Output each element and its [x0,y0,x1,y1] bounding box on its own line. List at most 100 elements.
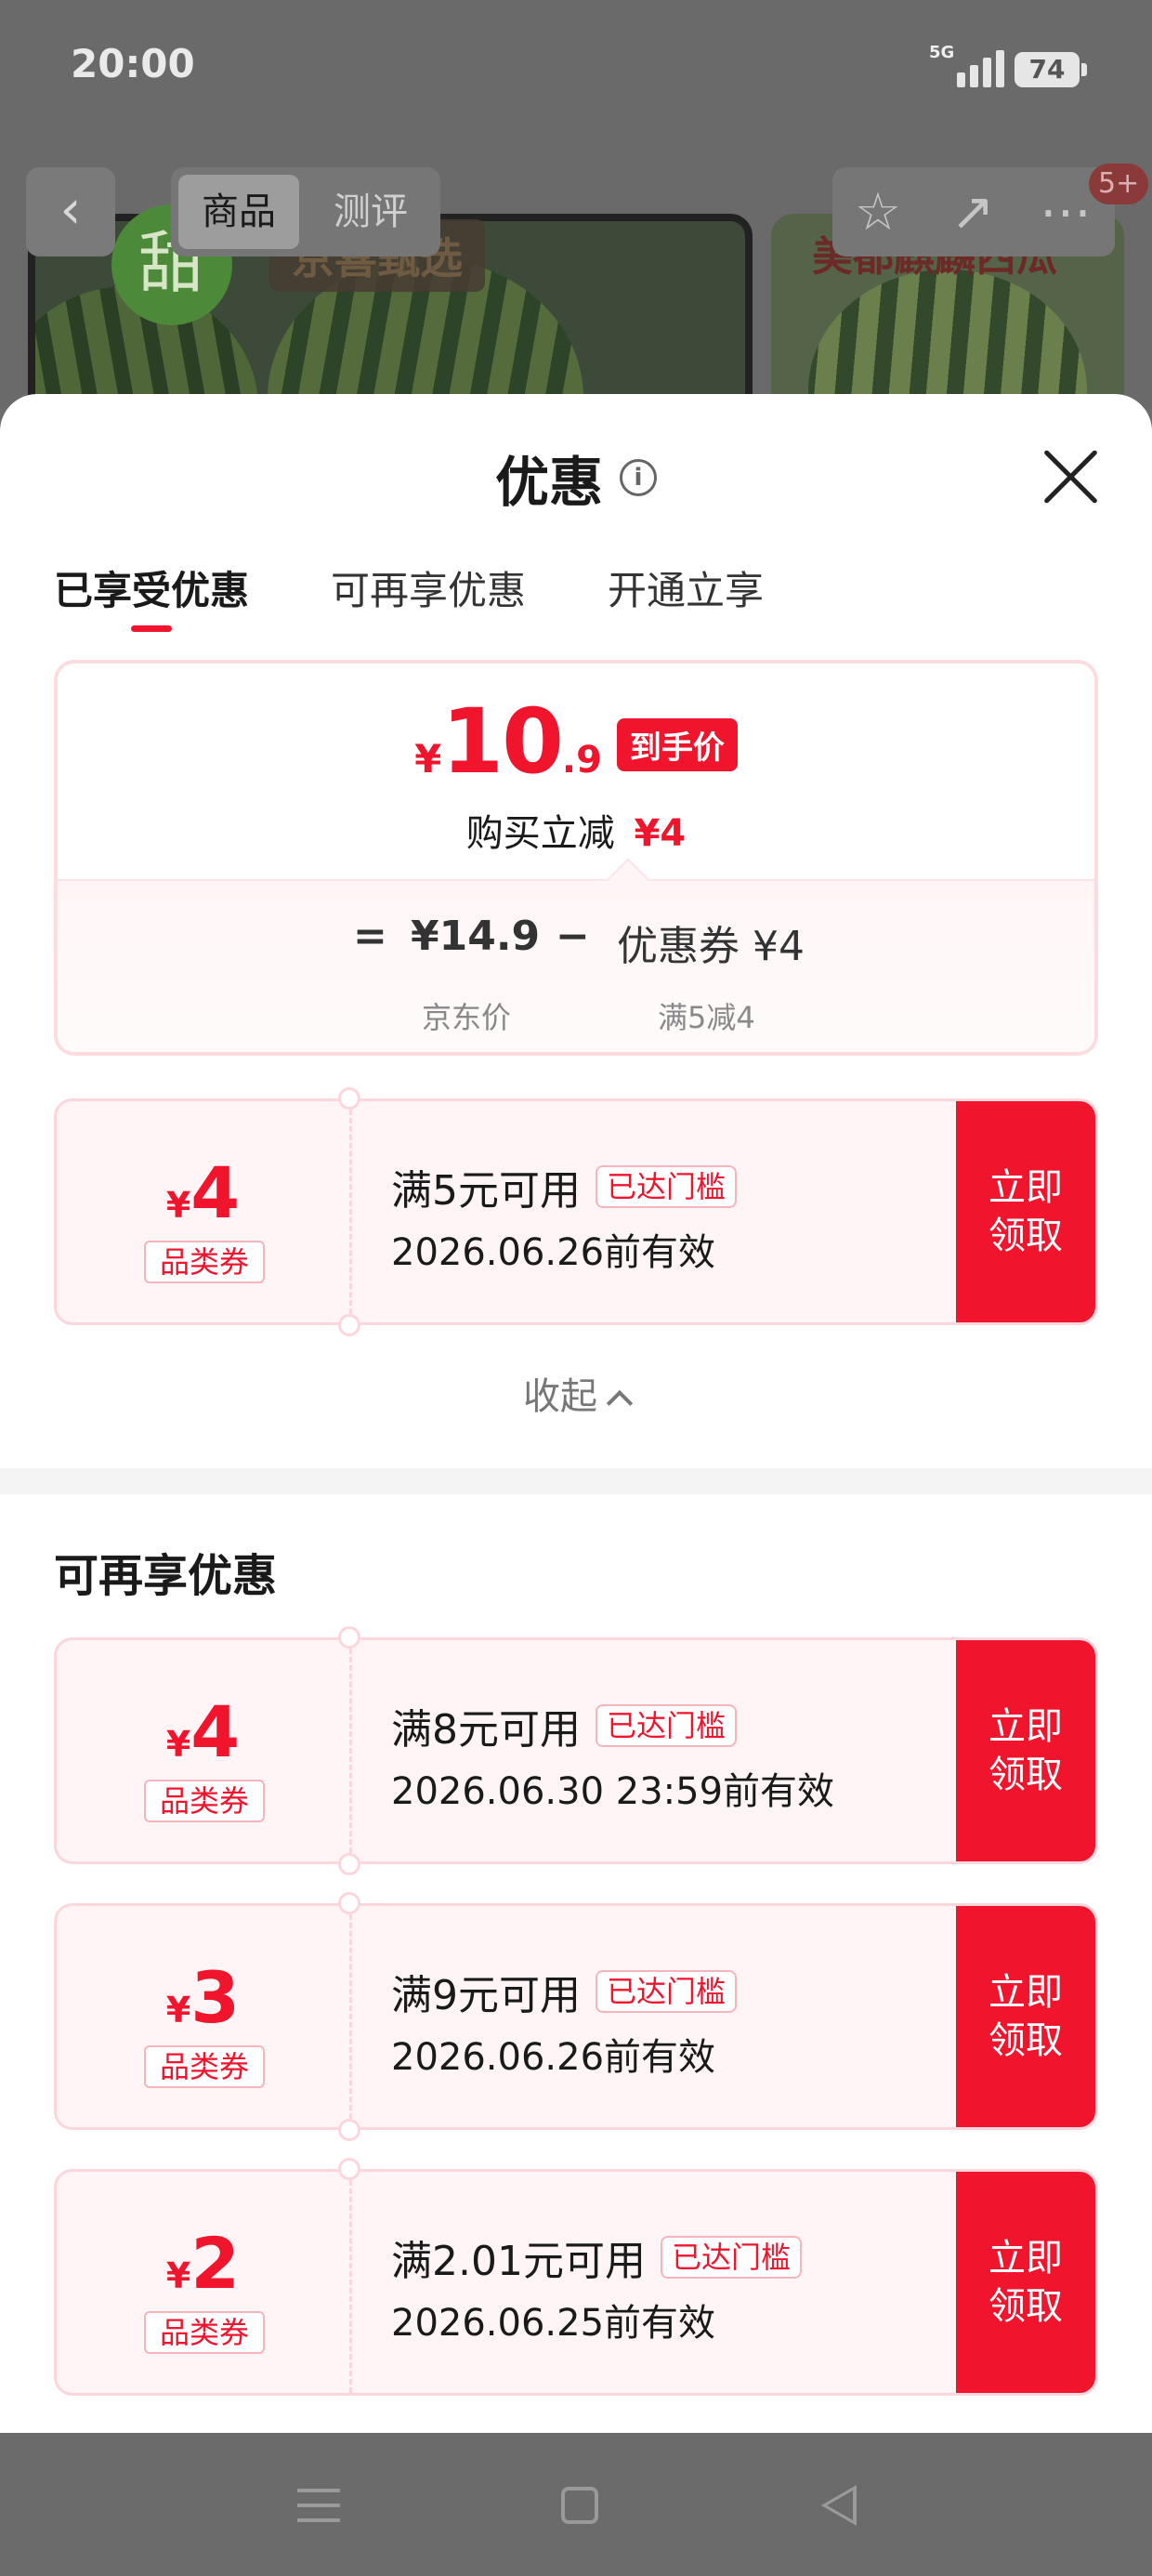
tab-product[interactable]: 商品 [178,175,299,249]
sheet-header: 优惠 i [0,439,1152,517]
coupon-amount: ¥3 [57,1956,349,2039]
more-discounts-heading: 可再享优惠 [54,1550,278,1602]
claim-button-line1: 立即 [988,2237,1063,2280]
discount-tabs: 已享受优惠 可再享优惠 开通立享 [54,554,764,632]
coupon-cut-bottom [338,2119,360,2141]
claim-coupon-button[interactable]: 立即 领取 [956,1101,1095,1322]
tab-open-to-enjoy[interactable]: 开通立享 [608,554,764,628]
formula-coupon: 优惠券 ¥4 [617,923,805,970]
coupon-value: 2 [190,2222,241,2305]
claim-button-line2: 领取 [988,1215,1063,1257]
coupon-threshold-tag: 已达门槛 [596,1165,738,1208]
coupon-threshold-tag: 已达门槛 [596,1704,738,1747]
coupon-cut-top [338,1626,360,1649]
share-icon[interactable]: ↗ [940,180,1005,245]
claim-coupon-button[interactable]: 立即 领取 [956,2172,1095,2393]
claim-button-line2: 领取 [988,1754,1063,1796]
coupon-left-panel: ¥4 品类券 [57,1640,352,1861]
product-tabs: 商品 测评 [171,167,440,256]
battery-icon: 74 [1015,52,1087,87]
coupon-condition: 满5元可用 [391,1167,581,1215]
product-page-backdrop: 20:00 5G 74 甜 京喜甄选 美都麒麟西瓜 ‹ 商品 测评 ☆ ↗ ⋯ … [0,0,1152,409]
coupon-condition: 满9元可用 [391,1972,581,2019]
claim-coupon-button[interactable]: 立即 领取 [956,1640,1095,1861]
coupon-card: ¥2 品类券 满2.01元可用 已达门槛 2026.06.25前有效 立即 领取 [54,2169,1098,2396]
coupon-left-panel: ¥4 品类券 [57,1101,352,1322]
product-actions: ☆ ↗ ⋯ [832,167,1115,256]
coupon-currency: ¥ [165,1185,191,1226]
message-count-badge: 5+ [1089,164,1149,204]
tab-more-discounts[interactable]: 可再享优惠 [331,554,526,628]
price-summary-card: ¥ 10 .9 到手价 购买立减 ¥4 = ¥14.9 − 优惠券 ¥4 京东价… [54,660,1098,1056]
claim-button-line1: 立即 [988,1971,1063,2014]
status-time: 20:00 [71,41,195,86]
nav-back-icon[interactable] [821,2485,857,2526]
price-currency: ¥ [414,736,442,782]
reduction-amount: ¥4 [634,812,687,855]
section-divider [0,1468,1152,1494]
coupon-type-label: 品类券 [144,1780,265,1822]
discount-sheet: 优惠 i 已享受优惠 可再享优惠 开通立享 ¥ 10 .9 到手价 购买立减 ¥… [0,394,1152,2433]
info-icon[interactable]: i [620,459,657,496]
coupon-type-label: 品类券 [144,2045,265,2088]
coupon-left-panel: ¥2 品类券 [57,2172,352,2393]
coupon-details: 满2.01元可用 已达门槛 2026.06.25前有效 [391,2228,802,2346]
coupon-validity: 2026.06.26前有效 [391,2036,716,2079]
price-decimal: .9 [561,739,602,782]
star-icon[interactable]: ☆ [845,180,910,245]
final-price: ¥ 10 .9 到手价 [58,697,1094,786]
coupon-value: 3 [190,1956,241,2039]
coupon-cut-top [338,1892,360,1914]
coupon-card: ¥4 品类券 满8元可用 已达门槛 2026.06.30 23:59前有效 立即… [54,1637,1098,1864]
coupon-cut-top [338,2158,360,2180]
nav-home-icon[interactable] [561,2487,598,2524]
back-arrow-icon[interactable]: ‹ [26,167,115,256]
coupon-currency: ¥ [165,1724,191,1765]
nav-menu-icon[interactable] [297,2489,340,2522]
collapse-button[interactable]: 收起 [0,1366,1152,1420]
close-icon[interactable] [1041,446,1102,507]
tab-review[interactable]: 测评 [310,175,431,249]
reduction-label: 购买立减 [465,812,615,855]
formula-coupon-sub: 满5减4 [658,1000,755,1035]
coupon-amount: ¥4 [57,1151,349,1234]
formula-equals: = [353,913,387,960]
claim-button-line2: 领取 [988,2019,1063,2062]
coupon-currency: ¥ [165,1990,191,2031]
coupon-amount: ¥4 [57,1690,349,1773]
coupon-cut-top [338,1087,360,1110]
more-icon[interactable]: ⋯ [1033,180,1098,245]
network-type: 5G [929,43,955,62]
coupon-left-panel: ¥3 品类券 [57,1906,352,2127]
signal-icon: 5G [929,43,1004,87]
coupon-condition: 满2.01元可用 [391,2238,646,2285]
coupon-threshold-tag: 已达门槛 [660,2236,802,2279]
formula-minus: − [556,913,590,960]
coupon-card: ¥3 品类券 满9元可用 已达门槛 2026.06.26前有效 立即 领取 [54,1903,1098,2130]
final-price-badge: 到手价 [616,717,738,771]
sheet-title: 优惠 [494,451,603,514]
price-integer: 10 [441,690,564,794]
coupon-value: 4 [190,1690,241,1773]
claim-button-line1: 立即 [988,1166,1063,1209]
coupon-currency: ¥ [165,2255,191,2296]
coupon-details: 满5元可用 已达门槛 2026.06.26前有效 [391,1157,738,1276]
formula-base-price: ¥14.9 [411,913,541,960]
coupon-amount: ¥2 [57,2222,349,2305]
coupon-type-label: 品类券 [144,2311,265,2354]
claim-button-line2: 领取 [988,2285,1063,2328]
system-nav-bar [0,2433,1152,2576]
coupon-card-applied: ¥4 品类券 满5元可用 已达门槛 2026.06.26前有效 立即 领取 [54,1098,1098,1325]
coupon-details: 满9元可用 已达门槛 2026.06.26前有效 [391,1962,738,2081]
formula-base-price-sub: 京东价 [422,1000,512,1035]
coupon-validity: 2026.06.30 23:59前有效 [391,1770,835,1813]
status-bar: 20:00 5G 74 [0,0,1152,139]
coupon-condition: 满8元可用 [391,1706,581,1754]
coupon-validity: 2026.06.25前有效 [391,2302,716,2345]
price-formula: = ¥14.9 − 优惠券 ¥4 京东价 满5减4 [58,879,1094,1052]
tab-enjoyed-discounts[interactable]: 已享受优惠 [54,554,249,632]
coupon-value: 4 [190,1151,241,1234]
claim-coupon-button[interactable]: 立即 领取 [956,1906,1095,2127]
coupon-details: 满8元可用 已达门槛 2026.06.30 23:59前有效 [391,1696,834,1815]
purchase-reduction: 购买立减 ¥4 [58,803,1094,857]
